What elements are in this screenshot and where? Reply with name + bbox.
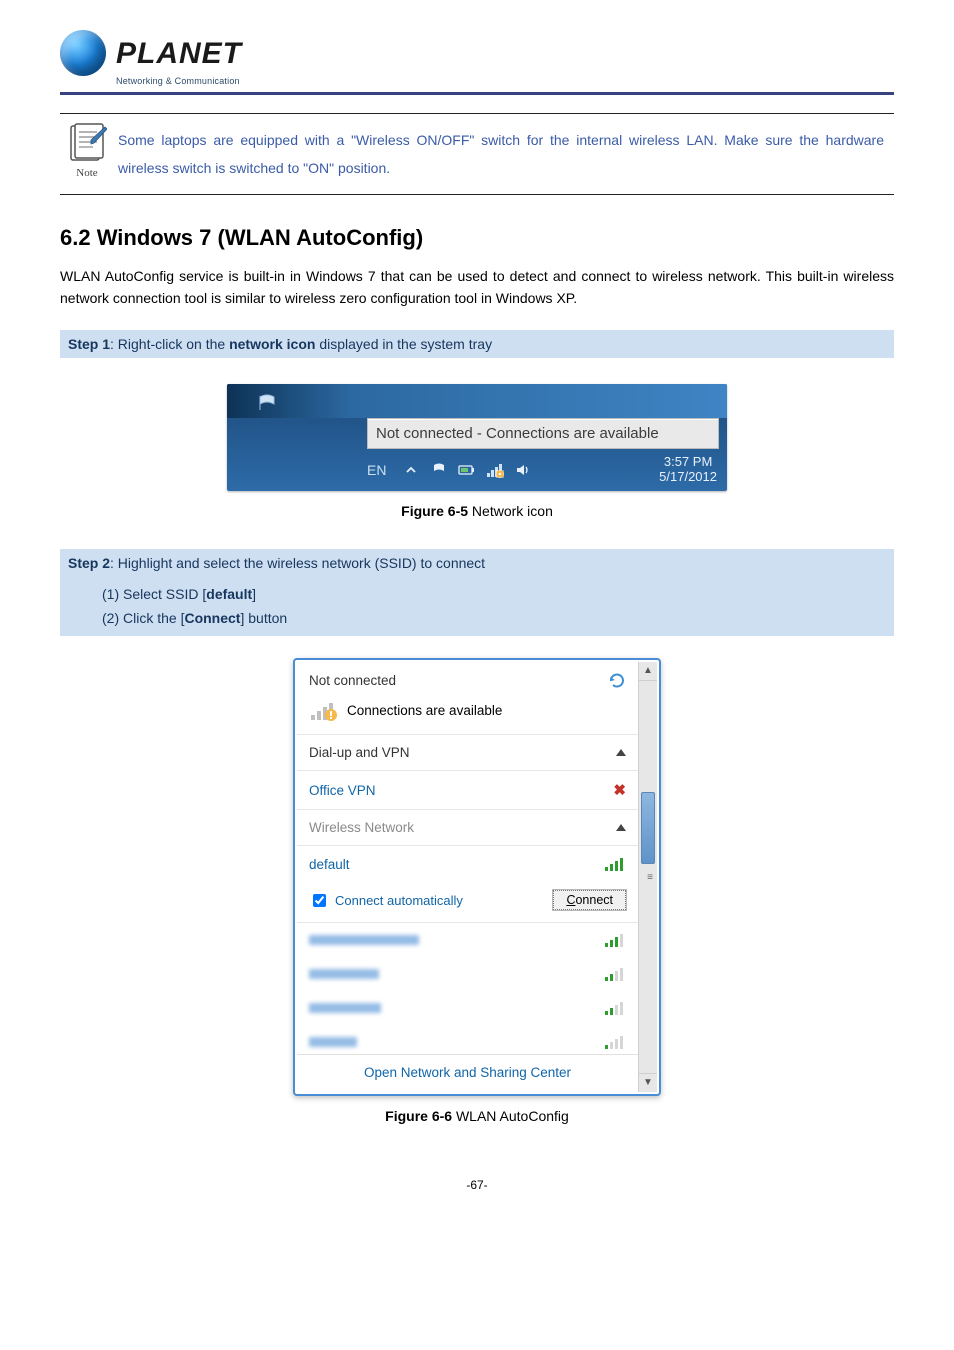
step2-item2: (2) Click the [Connect] button	[102, 607, 886, 631]
show-hidden-icons[interactable]	[402, 461, 420, 479]
note-box: Note Some laptops are equipped with a "W…	[60, 113, 894, 195]
ssid-blurred-row[interactable]	[297, 957, 638, 991]
step1-bar: Step 1: Right-click on the network icon …	[60, 330, 894, 358]
connect-auto-row: Connect automatically Connect	[297, 882, 638, 923]
step1-label: Step 1	[68, 336, 110, 352]
chevron-up-icon	[616, 749, 626, 756]
header-rule	[60, 92, 894, 95]
step2-label: Step 2	[68, 555, 110, 571]
network-tooltip: Not connected - Connections are availabl…	[367, 418, 719, 449]
figure2-caption: Figure 6-6 WLAN AutoConfig	[60, 1108, 894, 1124]
language-indicator[interactable]: EN	[367, 462, 386, 478]
ssid-blurred-row[interactable]	[297, 991, 638, 1025]
section-heading: 6.2 Windows 7 (WLAN AutoConfig)	[60, 225, 894, 251]
office-vpn-row[interactable]: Office VPN ✖	[297, 771, 638, 810]
wlan-status-row: Not connected	[297, 662, 638, 698]
dialup-vpn-row[interactable]: Dial-up and VPN	[297, 735, 638, 771]
wireless-network-header[interactable]: Wireless Network	[297, 810, 638, 846]
scroll-up-icon[interactable]: ▲	[639, 662, 657, 681]
signal-2-icon	[604, 966, 626, 982]
connect-automatically-checkbox[interactable]: Connect automatically	[309, 891, 463, 910]
step2-item1: (1) Select SSID [default]	[102, 583, 886, 607]
step2-bar: Step 2: Highlight and select the wireles…	[60, 549, 894, 637]
clock[interactable]: 3:57 PM 5/17/2012	[659, 455, 717, 485]
figure-wlan-popup: Not connected	[293, 658, 661, 1096]
connect-button[interactable]: Connect	[553, 890, 626, 910]
signal-1-icon	[604, 1034, 626, 1050]
not-connected-label: Not connected	[309, 673, 396, 688]
signal-strong-icon	[604, 856, 626, 872]
figure1-caption: Figure 6-5 Network icon	[60, 503, 894, 519]
ssid-blurred-row[interactable]	[297, 923, 638, 957]
scroll-thumb[interactable]	[641, 792, 655, 864]
globe-icon	[60, 30, 106, 76]
ssid-default-row[interactable]: default	[297, 846, 638, 882]
chevron-up-icon	[616, 824, 626, 831]
page-number: -67-	[60, 1178, 894, 1192]
ssid-blurred-row[interactable]	[297, 1025, 638, 1054]
note-label: Note	[60, 167, 114, 179]
power-icon[interactable]	[458, 461, 476, 479]
connections-available-row: Connections are available	[297, 698, 638, 735]
action-center-icon[interactable]	[430, 461, 448, 479]
signal-2-icon	[604, 1000, 626, 1016]
brand-logo: PLANET	[60, 30, 894, 76]
note-icon	[67, 122, 107, 162]
volume-icon[interactable]	[514, 461, 532, 479]
signal-3-icon	[604, 932, 626, 948]
scrollbar[interactable]: ▲ ≡ ▼	[638, 662, 657, 1092]
scroll-down-icon[interactable]: ▼	[639, 1073, 657, 1092]
intro-paragraph: WLAN AutoConfig service is built-in in W…	[60, 265, 894, 310]
x-icon: ✖	[613, 781, 626, 799]
system-tray: EN	[227, 449, 727, 491]
action-center-flag-icon	[257, 394, 277, 412]
figure-system-tray: Not connected - Connections are availabl…	[227, 384, 727, 491]
open-network-center-link[interactable]: Open Network and Sharing Center	[297, 1054, 638, 1092]
refresh-icon[interactable]	[608, 672, 626, 688]
logo-text: PLANET	[116, 40, 242, 67]
note-text: Some laptops are equipped with a "Wirele…	[114, 120, 890, 188]
logo-tagline: Networking & Communication	[116, 76, 894, 86]
network-tray-icon[interactable]	[486, 461, 504, 479]
signal-warning-icon	[309, 698, 339, 722]
